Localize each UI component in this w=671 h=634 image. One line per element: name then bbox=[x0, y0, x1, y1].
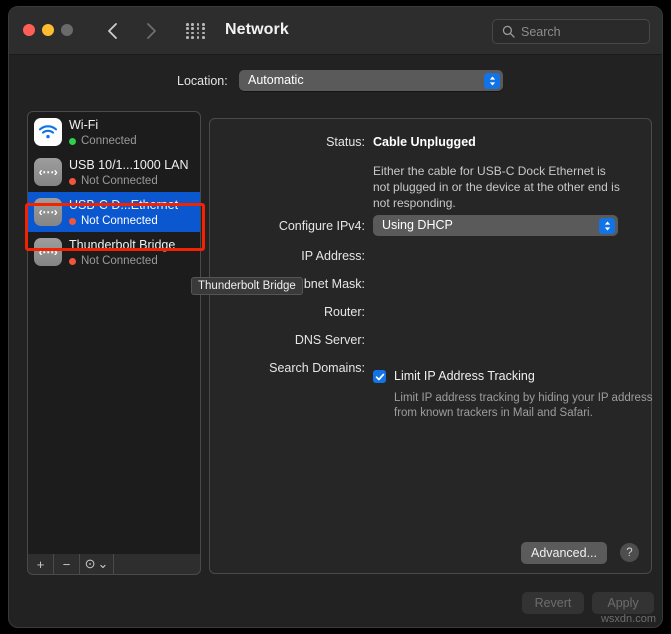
status-label: Status: bbox=[326, 135, 365, 149]
network-services-list[interactable]: Wi-Fi Connected ‹⋯› USB 10/1...1000 LAN … bbox=[27, 111, 201, 574]
list-item-meta: USB-C D...Ethernet Not Connected bbox=[69, 196, 194, 228]
search-field[interactable] bbox=[492, 19, 650, 44]
list-item-meta: USB 10/1...1000 LAN Not Connected bbox=[69, 156, 194, 188]
dns-server-label: DNS Server: bbox=[294, 333, 365, 347]
service-status-text: Connected bbox=[81, 135, 137, 147]
add-service-button[interactable]: + bbox=[28, 554, 54, 574]
limit-ip-tracking-label: Limit IP Address Tracking bbox=[394, 369, 535, 383]
service-status-text: Not Connected bbox=[81, 175, 158, 187]
status-value: Cable Unplugged bbox=[373, 135, 476, 149]
close-button[interactable] bbox=[23, 24, 35, 36]
service-detail-panel: Status: Cable Unplugged Either the cable… bbox=[209, 118, 652, 574]
services-toolbar: + − ⊙ ⌄ bbox=[27, 554, 201, 575]
configure-ipv4-value: Using DHCP bbox=[382, 218, 453, 232]
title-bar: Network bbox=[9, 7, 662, 55]
watermark: wsxdn.com bbox=[600, 613, 656, 625]
limit-ip-tracking-checkbox-row[interactable]: Limit IP Address Tracking bbox=[373, 369, 535, 384]
service-name: USB-C D...Ethernet bbox=[69, 198, 179, 212]
service-actions-menu-button[interactable]: ⊙ ⌄ bbox=[80, 554, 114, 574]
list-item-meta: Wi-Fi Connected bbox=[69, 116, 194, 148]
limit-ip-tracking-description: Limit IP address tracking by hiding your… bbox=[394, 392, 653, 419]
ethernet-icon: ‹⋯› bbox=[34, 158, 62, 186]
search-domains-label: Search Domains: bbox=[269, 361, 365, 375]
location-popup-button[interactable]: Automatic bbox=[239, 70, 503, 91]
page-title: Network bbox=[225, 21, 289, 38]
service-name: USB 10/1...1000 LAN bbox=[69, 158, 189, 172]
back-button[interactable] bbox=[104, 20, 122, 42]
ip-address-label: IP Address: bbox=[301, 249, 365, 263]
status-dot-icon bbox=[69, 177, 76, 185]
tooltip: Thunderbolt Bridge bbox=[191, 277, 303, 295]
service-name: Thunderbolt Bridge bbox=[69, 238, 176, 252]
ipv4-chevron-updown-icon[interactable] bbox=[599, 217, 615, 234]
chevron-down-icon: ⌄ bbox=[97, 556, 109, 571]
configure-ipv4-label: Configure IPv4: bbox=[278, 219, 365, 233]
status-description: Either the cable for USB-C Dock Ethernet… bbox=[373, 164, 620, 210]
list-item[interactable]: Wi-Fi Connected bbox=[28, 112, 200, 152]
location-label: Location: bbox=[177, 74, 228, 88]
zoom-button[interactable] bbox=[61, 24, 73, 36]
service-name: Wi-Fi bbox=[69, 118, 99, 132]
status-dot-icon bbox=[69, 137, 76, 145]
ethernet-icon: ‹⋯› bbox=[34, 198, 62, 226]
revert-button[interactable]: Revert bbox=[522, 592, 584, 614]
forward-button[interactable] bbox=[142, 20, 160, 42]
advanced-button[interactable]: Advanced... bbox=[520, 542, 607, 564]
search-icon bbox=[502, 25, 515, 38]
wifi-icon bbox=[34, 118, 62, 146]
service-status-text: Not Connected bbox=[81, 215, 158, 227]
apply-button[interactable]: Apply bbox=[592, 592, 654, 614]
status-dot-icon bbox=[69, 217, 76, 225]
show-all-grid-icon[interactable] bbox=[186, 23, 206, 39]
service-status-text: Not Connected bbox=[81, 255, 158, 267]
list-item-meta: Thunderbolt Bridge Not Connected bbox=[69, 236, 194, 268]
sidebar-item-thunderbolt-bridge[interactable]: ‹⋯› Thunderbolt Bridge Not Connected bbox=[28, 232, 200, 272]
service-status: Connected bbox=[69, 134, 194, 148]
service-status: Not Connected bbox=[69, 214, 194, 228]
service-status: Not Connected bbox=[69, 174, 194, 188]
router-label: Router: bbox=[324, 305, 365, 319]
location-selected-value: Automatic bbox=[248, 73, 304, 87]
configure-ipv4-popup-button[interactable]: Using DHCP bbox=[373, 215, 618, 236]
network-preferences-window: Network Location: Automatic bbox=[8, 6, 663, 628]
list-item[interactable]: ‹⋯› USB 10/1...1000 LAN Not Connected bbox=[28, 152, 200, 192]
location-row: Location: Automatic bbox=[9, 55, 662, 91]
gear-icon: ⊙ bbox=[84, 556, 96, 571]
remove-service-button[interactable]: − bbox=[54, 554, 80, 574]
sidebar-item-usb-c-dock-ethernet[interactable]: ‹⋯› USB-C D...Ethernet Not Connected bbox=[28, 192, 200, 232]
minimize-button[interactable] bbox=[42, 24, 54, 36]
service-status: Not Connected bbox=[69, 254, 194, 268]
help-button[interactable]: ? bbox=[620, 543, 639, 562]
location-chevron-updown-icon[interactable] bbox=[484, 72, 500, 89]
checkbox-checked-icon[interactable] bbox=[373, 370, 386, 383]
toolbar-filler bbox=[114, 554, 200, 574]
status-dot-icon bbox=[69, 257, 76, 265]
search-input[interactable] bbox=[521, 20, 643, 43]
ethernet-icon: ‹⋯› bbox=[34, 238, 62, 266]
